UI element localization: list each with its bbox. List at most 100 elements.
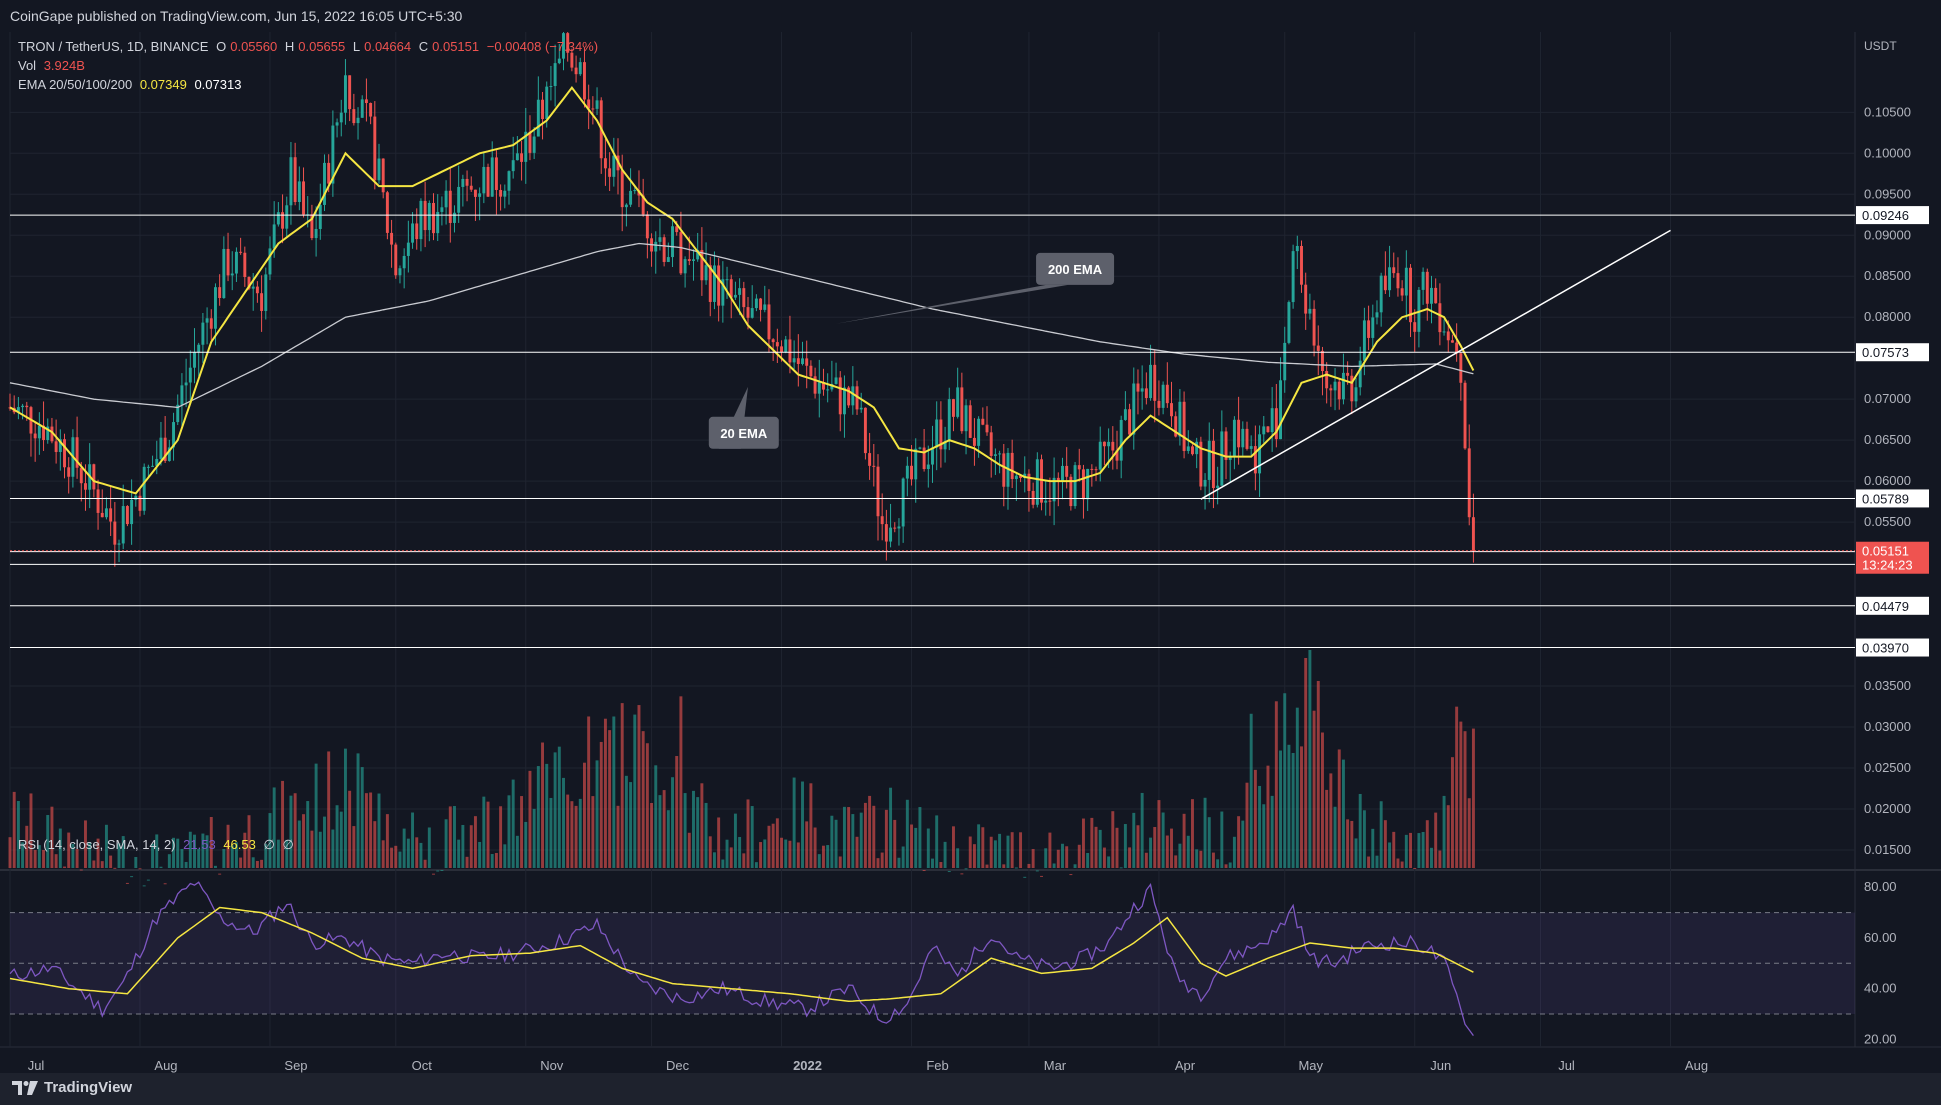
- candle-body: [37, 425, 41, 439]
- candle-body: [142, 466, 146, 511]
- high-value: 0.05655: [298, 39, 346, 54]
- candle-body: [134, 495, 138, 500]
- volume-bar: [960, 873, 964, 875]
- candle-body: [1337, 381, 1341, 400]
- price-tick-label: 0.02000: [1864, 801, 1911, 816]
- candle-body: [1170, 403, 1173, 417]
- volume-bar: [1165, 835, 1169, 868]
- volume-bar: [759, 842, 763, 868]
- candle-body: [1044, 500, 1048, 503]
- volume-bar: [373, 821, 377, 868]
- volume-bar: [1081, 818, 1085, 868]
- candle-body: [234, 251, 238, 274]
- candle-body: [805, 358, 809, 366]
- volume-bar: [432, 873, 435, 875]
- volume-bar: [272, 787, 276, 868]
- volume-bar: [1421, 831, 1425, 868]
- tradingview-logo[interactable]: TradingView: [12, 1079, 132, 1096]
- candle-body: [780, 346, 784, 353]
- candle-body: [151, 465, 155, 467]
- volume-bar: [1232, 836, 1236, 868]
- candle-body: [385, 192, 389, 233]
- volume-bar: [830, 815, 834, 868]
- volume-bar: [767, 825, 771, 868]
- candle-body: [511, 160, 515, 172]
- candle-body: [1346, 372, 1350, 376]
- volume-bar: [92, 860, 96, 868]
- volume-bar: [666, 810, 670, 868]
- volume-bar: [939, 862, 943, 868]
- candle-body: [1207, 440, 1211, 480]
- volume-bar: [654, 765, 658, 868]
- volume-bar: [956, 848, 960, 868]
- candle-body: [687, 259, 691, 261]
- candle-body: [1341, 372, 1345, 400]
- candle-body: [109, 508, 113, 522]
- volume-bar: [167, 854, 171, 868]
- candle-body: [951, 399, 955, 417]
- candle-body: [880, 516, 884, 525]
- volume-bar: [1358, 793, 1362, 868]
- time-axis-label: Nov: [540, 1058, 564, 1073]
- volume-bar: [1023, 876, 1027, 878]
- level-price-label: 0.03970: [1862, 641, 1909, 656]
- candle-body: [717, 265, 721, 306]
- volume-bar: [859, 812, 863, 868]
- volume-bar: [599, 741, 603, 868]
- candle-body: [54, 441, 58, 452]
- volume-bar: [79, 869, 83, 871]
- volume-bar: [633, 714, 637, 868]
- volume-bar: [1061, 843, 1064, 868]
- volume-bar: [574, 805, 578, 868]
- candle-body: [323, 162, 326, 205]
- candle-body: [1073, 465, 1077, 507]
- candle-body: [343, 75, 347, 113]
- volume-bar: [524, 821, 528, 868]
- candle-body: [469, 185, 473, 190]
- candle-body: [448, 190, 452, 223]
- volume-bar: [1291, 753, 1295, 868]
- volume-bar: [465, 856, 469, 868]
- candle-body: [629, 190, 633, 205]
- volume-bar: [553, 752, 557, 868]
- candle-body: [1098, 441, 1102, 470]
- volume-bar: [142, 885, 146, 887]
- volume-bar: [658, 795, 662, 868]
- chart-area[interactable]: USDT 0.10500 0.10000 0.09500 0.09000 0.08500 0…: [0, 32, 1941, 1105]
- candle-body: [784, 339, 788, 353]
- candle-body: [490, 157, 494, 197]
- volume-bar: [863, 802, 867, 868]
- volume-bar: [184, 861, 188, 868]
- volume-bar: [1430, 847, 1433, 868]
- volume-bar: [905, 799, 909, 868]
- volume-bar: [1270, 795, 1274, 868]
- candle-body: [411, 223, 415, 243]
- candle-body: [868, 453, 872, 466]
- volume-bar: [1157, 800, 1161, 868]
- volume-bar: [1161, 812, 1165, 868]
- candle-body: [1216, 485, 1220, 489]
- candle-body: [1094, 469, 1098, 471]
- volume-bar: [1073, 864, 1077, 868]
- volume-bar: [1069, 874, 1073, 876]
- candle-body: [759, 298, 763, 310]
- volume-bar: [343, 748, 347, 868]
- candle-body: [1295, 245, 1299, 252]
- candle-body: [1014, 475, 1018, 480]
- candle-body: [541, 99, 545, 120]
- candle-body: [1102, 441, 1106, 447]
- candle-body: [146, 466, 150, 468]
- candle-body: [738, 288, 742, 295]
- volume-bar: [851, 814, 855, 868]
- volume-bar: [1086, 852, 1090, 868]
- volume-bar: [591, 796, 595, 868]
- volume-bar: [1211, 852, 1215, 868]
- volume-bar: [557, 746, 561, 868]
- volume-bar: [528, 770, 532, 868]
- candle-body: [1383, 275, 1387, 291]
- volume-bar: [218, 873, 222, 875]
- chart-svg[interactable]: USDT 0.10500 0.10000 0.09500 0.09000 0.08500 0…: [0, 32, 1941, 1105]
- volume-bar: [1258, 785, 1262, 868]
- volume-bar: [1325, 789, 1329, 868]
- time-axis-label: Aug: [1685, 1058, 1708, 1073]
